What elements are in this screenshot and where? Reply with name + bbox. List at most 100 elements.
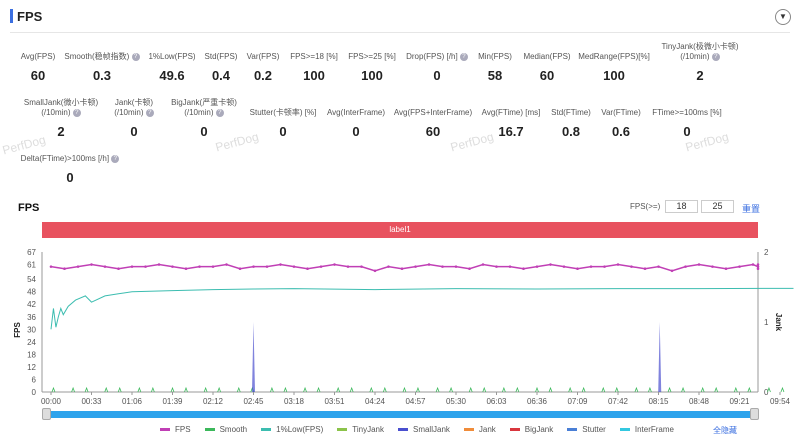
fps-point <box>279 263 282 266</box>
legend-swatch <box>397 428 408 431</box>
fps-point <box>756 267 760 271</box>
fps-point <box>441 265 444 268</box>
x-tick-label: 06:03 <box>486 397 507 405</box>
smooth-mark <box>435 386 440 393</box>
x-tick-label: 03:18 <box>284 397 305 405</box>
y-tick-label: 54 <box>27 275 36 284</box>
legend-item[interactable]: Stutter <box>567 425 606 434</box>
x-tick-label: 09:21 <box>729 397 750 405</box>
legend-item[interactable]: 1%Low(FPS) <box>261 425 323 434</box>
x-tick-label: 02:45 <box>243 397 264 405</box>
smooth-mark <box>548 386 553 393</box>
legend-swatch <box>509 428 520 431</box>
hide-all-button[interactable]: 全隐藏 <box>713 425 737 436</box>
fps-point <box>481 263 485 266</box>
fps-point <box>630 265 633 268</box>
fps-point <box>346 265 350 268</box>
fps-point <box>670 269 674 273</box>
slider-left-handle[interactable] <box>42 408 51 420</box>
y-tick-label: 6 <box>32 375 37 384</box>
legend-item[interactable]: TinyJank <box>337 425 384 434</box>
legend-label: Stutter <box>582 425 606 434</box>
fps-point <box>643 267 647 271</box>
smooth-mark <box>568 386 573 393</box>
fps-point <box>657 265 660 268</box>
fps-point <box>225 263 228 266</box>
legend-item[interactable]: InterFrame <box>619 425 674 434</box>
fps-point <box>130 265 134 268</box>
fps-point <box>198 265 201 268</box>
smooth-mark <box>217 386 222 393</box>
legend-label: BigJank <box>524 425 554 434</box>
fps-point <box>684 265 687 268</box>
legend-item[interactable]: BigJank <box>509 425 554 434</box>
legend-label: FPS <box>175 425 191 434</box>
smooth-mark <box>482 386 487 393</box>
fps-point <box>373 269 377 273</box>
threshold2-input[interactable]: 25 <box>701 200 734 213</box>
legend-item[interactable]: Smooth <box>204 425 247 434</box>
y-tick-label: 24 <box>27 338 36 347</box>
fps-point <box>697 263 701 266</box>
smooth-mark <box>648 386 652 393</box>
fps-point <box>549 263 552 266</box>
smooth-mark <box>51 386 56 393</box>
smooth-mark <box>667 386 672 393</box>
label-bar[interactable]: label1 <box>42 222 758 238</box>
y-tick-label: 12 <box>27 363 36 372</box>
fps-point <box>292 265 296 268</box>
metric-label: TinyJank(极微小卡顿) <box>661 42 739 51</box>
x-tick-label: 02:12 <box>203 397 224 405</box>
fps-point <box>171 265 174 268</box>
fps-point <box>387 265 390 268</box>
legend-swatch <box>160 428 170 431</box>
smalljank-spike <box>252 322 255 392</box>
smooth-mark <box>349 386 354 393</box>
metric-label: Delta(FTime)>100ms [/h] <box>20 154 110 163</box>
fps-point <box>414 265 417 268</box>
y2-axis-label: Jank <box>774 313 783 332</box>
fps-point <box>468 267 471 271</box>
chart-title: FPS <box>18 202 40 214</box>
smalljank-spike <box>658 322 662 392</box>
y-tick-label: 42 <box>27 300 36 309</box>
fps-point <box>90 263 93 266</box>
smooth-mark <box>614 386 619 393</box>
fps-point <box>427 263 431 266</box>
help-icon[interactable]: ? <box>711 52 720 61</box>
smooth-mark <box>170 386 175 393</box>
help-icon[interactable]: ? <box>111 154 120 163</box>
smooth-mark <box>270 386 274 393</box>
x-tick-label: 08:48 <box>689 397 710 405</box>
fps-point <box>157 263 161 266</box>
fps-point <box>144 265 147 268</box>
reset-button[interactable]: 重置 <box>742 202 760 215</box>
legend-label: Jank <box>478 425 496 434</box>
legend-item[interactable]: FPS <box>160 425 191 434</box>
fps-point <box>576 267 579 271</box>
fps-point <box>360 265 363 268</box>
fps-point <box>738 265 741 268</box>
y-tick-label: 36 <box>27 313 36 322</box>
legend-swatch <box>337 428 348 431</box>
x-tick-label: 08:15 <box>648 397 669 405</box>
smooth-mark <box>747 386 752 393</box>
metric-label-unit: (/10min) <box>680 52 710 61</box>
slider-right-handle[interactable] <box>750 408 759 420</box>
legend-item[interactable]: SmallJank <box>397 425 450 434</box>
threshold1-input[interactable]: 18 <box>665 200 698 213</box>
x-tick-label: 04:24 <box>365 397 386 405</box>
fps-point <box>184 267 188 271</box>
legend-label: InterFrame <box>634 425 674 434</box>
fps-point <box>49 265 53 268</box>
zoom-slider[interactable] <box>44 411 758 418</box>
smooth-mark <box>501 386 506 393</box>
y-axis-label: FPS <box>13 322 22 338</box>
x-tick-label: 03:51 <box>324 397 345 405</box>
metric-11: TinyJank(极微小卡顿) (/10min) ? 2 <box>635 42 765 83</box>
fps-point <box>319 265 323 268</box>
caret-down-icon[interactable]: ▼ <box>775 9 791 25</box>
smooth-mark <box>137 386 142 393</box>
legend-item[interactable]: Jank <box>463 425 496 434</box>
fps-point <box>616 263 620 266</box>
